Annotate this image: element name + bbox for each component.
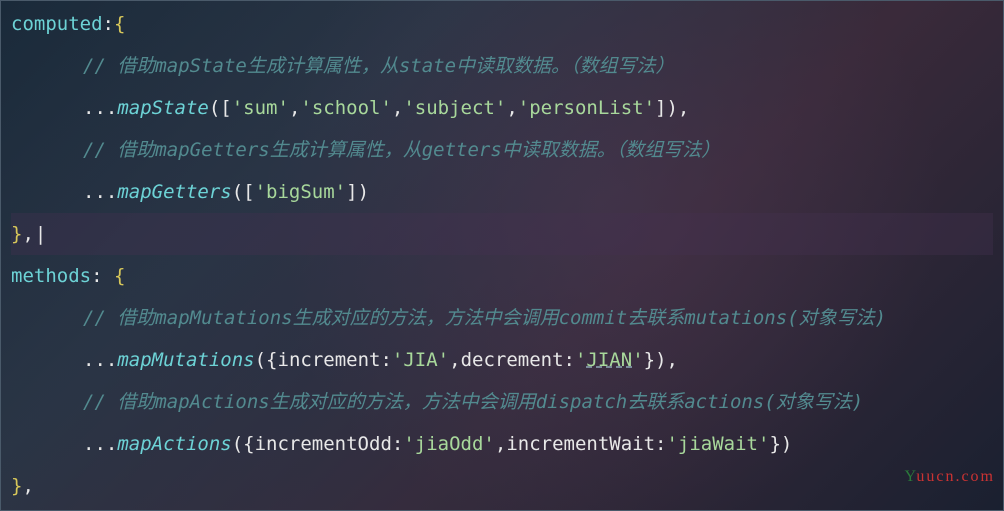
code-line-7[interactable]: methods: { bbox=[11, 255, 993, 297]
code-editor[interactable]: computed:{ // 借助mapState生成计算属性，从state中读取… bbox=[1, 1, 1003, 509]
code-line-8[interactable]: // 借助mapMutations生成对应的方法，方法中会调用commit去联系… bbox=[11, 297, 993, 339]
code-line-12[interactable]: }, bbox=[11, 465, 993, 507]
comment-mapmutations: // 借助mapMutations生成对应的方法，方法中会调用commit去联系… bbox=[83, 297, 886, 339]
code-line-2[interactable]: // 借助mapState生成计算属性，从state中读取数据。（数组写法） bbox=[11, 45, 993, 87]
code-line-9[interactable]: ...mapMutations({increment:'JIA',decreme… bbox=[11, 339, 993, 381]
comment-mapactions: // 借助mapActions生成对应的方法，方法中会调用dispatch去联系… bbox=[83, 381, 863, 423]
func-mapgetters: mapGetters bbox=[117, 171, 231, 213]
underlined-jian: JIAN bbox=[586, 339, 632, 381]
comment-mapstate: // 借助mapState生成计算属性，从state中读取数据。（数组写法） bbox=[83, 45, 675, 87]
comment-mapgetters: // 借助mapGetters生成计算属性，从getters中读取数据。（数组写… bbox=[83, 129, 720, 171]
func-mapactions: mapActions bbox=[117, 423, 231, 465]
code-line-3[interactable]: ...mapState(['sum','school','subject','p… bbox=[11, 87, 993, 129]
property-methods: methods bbox=[11, 255, 91, 297]
text-cursor: | bbox=[35, 213, 46, 255]
property-computed: computed bbox=[11, 3, 103, 45]
code-line-6-highlighted[interactable]: },| bbox=[11, 213, 993, 255]
code-line-4[interactable]: // 借助mapGetters生成计算属性，从getters中读取数据。（数组写… bbox=[11, 129, 993, 171]
func-mapstate: mapState bbox=[117, 87, 209, 129]
code-line-1[interactable]: computed:{ bbox=[11, 3, 993, 45]
func-mapmutations: mapMutations bbox=[117, 339, 254, 381]
watermark: Yuucn.com bbox=[905, 456, 995, 498]
code-line-10[interactable]: // 借助mapActions生成对应的方法，方法中会调用dispatch去联系… bbox=[11, 381, 993, 423]
code-line-11[interactable]: ...mapActions({incrementOdd:'jiaOdd',inc… bbox=[11, 423, 993, 465]
code-line-5[interactable]: ...mapGetters(['bigSum']) bbox=[11, 171, 993, 213]
